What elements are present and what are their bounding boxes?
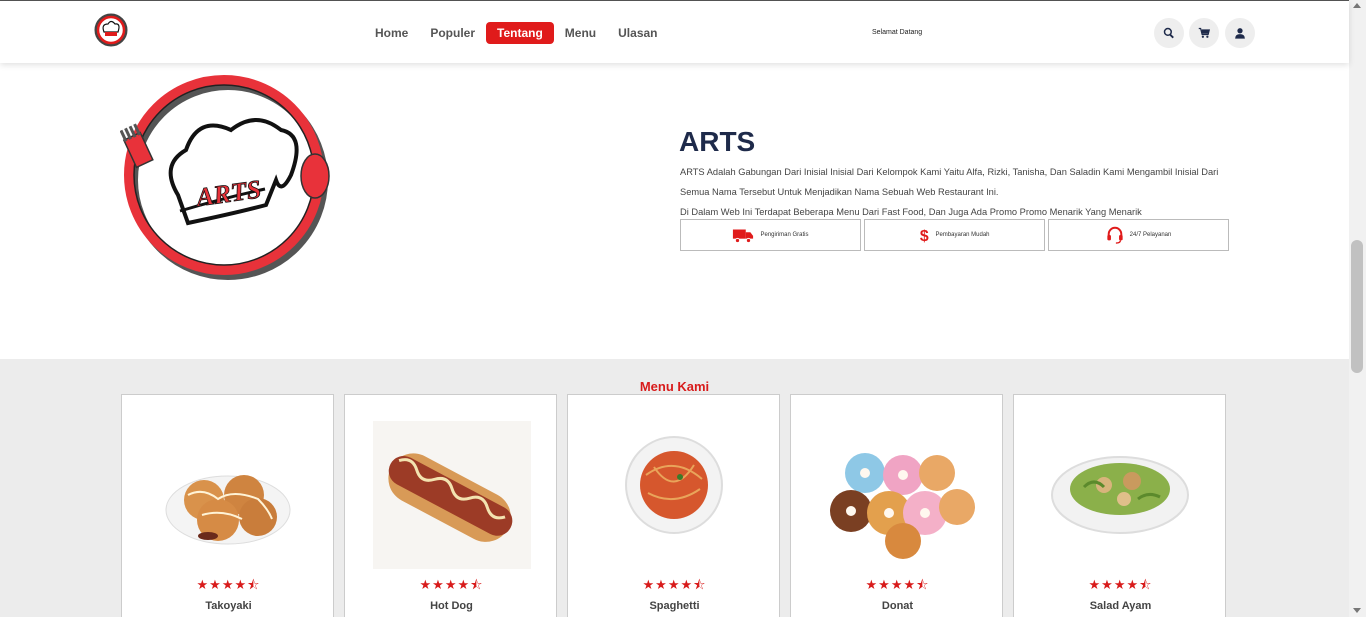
welcome-text: Selamat Datang xyxy=(872,29,923,36)
feature-service: 24/7 Pelayanan xyxy=(1048,219,1229,251)
nav-populer[interactable]: Populer xyxy=(419,22,486,44)
feature-label: Pembayaran Mudah xyxy=(935,232,990,238)
menu-item-name: Spaghetti xyxy=(649,600,700,612)
svg-text:$: $ xyxy=(920,228,929,244)
rating-stars: ★★★★⯪ xyxy=(196,577,261,592)
about-paragraph: ARTS Adalah Gabungan Dari Inisial Inisia… xyxy=(680,167,1219,197)
menu-item-name: Takoyaki xyxy=(205,600,252,612)
menu-card-donat[interactable]: ★★★★⯪ Donat xyxy=(790,394,1003,617)
feature-label: Pengiriman Gratis xyxy=(760,232,809,238)
menu-cards: ★★★★⯪ Takoyaki ★★★★⯪ Hot Dog ★★★★⯪ Spagh… xyxy=(121,394,1226,617)
nav-ulasan[interactable]: Ulasan xyxy=(607,22,668,44)
feature-payment: $ Pembayaran Mudah xyxy=(864,219,1045,251)
logo-icon[interactable] xyxy=(93,12,129,48)
arts-logo: ARTS xyxy=(120,75,330,280)
rating-stars: ★★★★⯪ xyxy=(642,577,707,592)
user-button[interactable] xyxy=(1225,18,1255,48)
search-icon xyxy=(1163,27,1174,39)
headset-icon xyxy=(1106,226,1123,244)
truck-icon xyxy=(733,229,754,244)
menu-section: Menu Kami ★★★★⯪ Takoyaki ★★★★⯪ Hot Dog ★… xyxy=(0,359,1349,617)
header: Home Populer Tentang Menu Ulasan Selamat… xyxy=(0,1,1349,63)
menu-card-takoyaki[interactable]: ★★★★⯪ Takoyaki xyxy=(121,394,334,617)
menu-item-name: Donat xyxy=(881,600,914,612)
feature-label: 24/7 Pelayanan xyxy=(1129,232,1172,238)
page-scrollbar[interactable] xyxy=(1349,0,1366,617)
rating-stars: ★★★★⯪ xyxy=(419,577,484,592)
menu-item-name: Hot Dog xyxy=(430,600,473,612)
donut-image xyxy=(830,453,975,559)
menu-card-hotdog[interactable]: ★★★★⯪ Hot Dog xyxy=(344,394,557,617)
takoyaki-image xyxy=(165,475,291,545)
user-icon xyxy=(1235,28,1245,39)
dollar-icon: $ xyxy=(920,228,929,244)
feature-delivery: Pengiriman Gratis xyxy=(680,219,861,251)
nav-home[interactable]: Home xyxy=(364,22,419,44)
rating-stars: ★★★★⯪ xyxy=(1088,577,1153,592)
menu-card-spaghetti[interactable]: ★★★★⯪ Spaghetti xyxy=(567,394,780,617)
rating-stars: ★★★★⯪ xyxy=(865,577,930,592)
hotdog-image xyxy=(373,421,531,569)
about-section: ARTS ARTS ARTS Adalah Gabungan Dari Inis… xyxy=(0,63,1349,359)
about-title: ARTS xyxy=(679,126,756,157)
menu-title: Menu Kami xyxy=(639,379,710,394)
scroll-thumb[interactable] xyxy=(1351,240,1363,373)
menu-card-salad[interactable]: ★★★★⯪ Salad Ayam xyxy=(1013,394,1226,617)
scroll-up-icon[interactable] xyxy=(1353,3,1361,8)
features-row: Pengiriman Gratis $ Pembayaran Mudah 24/… xyxy=(680,219,1229,251)
scroll-down-icon[interactable] xyxy=(1353,608,1361,613)
nav-tentang[interactable]: Tentang xyxy=(486,22,554,44)
about-description: ARTS Adalah Gabungan Dari Inisial Inisia… xyxy=(680,162,1228,222)
menu-item-name: Salad Ayam xyxy=(1089,600,1152,612)
salad-image xyxy=(1051,456,1189,534)
cart-button[interactable] xyxy=(1189,18,1219,48)
nav-menu[interactable]: Menu xyxy=(554,22,607,44)
main-nav: Home Populer Tentang Menu Ulasan xyxy=(364,22,669,44)
spaghetti-image xyxy=(625,436,723,534)
search-button[interactable] xyxy=(1154,18,1184,48)
cart-icon xyxy=(1198,27,1210,38)
